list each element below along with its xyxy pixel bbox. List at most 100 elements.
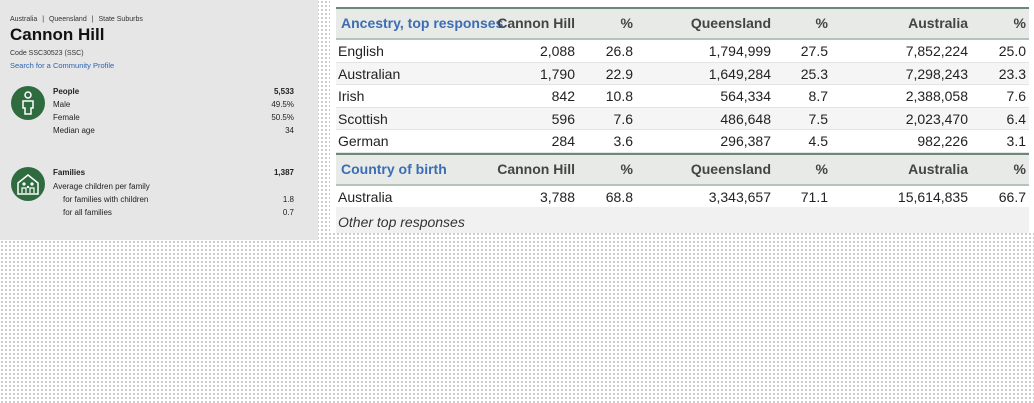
families-label: Families — [53, 168, 86, 177]
avg-children-heading: Average children per family — [53, 182, 294, 191]
cell-cannon-hill-percent: 68.8 — [605, 189, 633, 205]
person-icon — [11, 86, 45, 120]
cell-row-label: Irish — [338, 88, 365, 104]
cell-cannon-hill-percent: 10.8 — [605, 88, 633, 104]
family-house-icon — [11, 167, 45, 201]
cell-queensland-percent: 27.5 — [800, 43, 828, 59]
cell-cannon-hill-count: 842 — [551, 88, 575, 104]
table-row: German 284 3.6 296,387 4.5 982,226 3.1 — [336, 130, 1029, 153]
col-header-australia: Australia — [908, 161, 968, 177]
median-age-value: 34 — [285, 126, 294, 135]
cell-queensland-count: 296,387 — [720, 133, 771, 149]
families-with-children-stat: for families with children 1.8 — [53, 195, 294, 204]
community-profile-panel: Australia | Queensland | State Suburbs C… — [0, 0, 318, 240]
male-stat: Male 49.5% — [53, 100, 294, 109]
cell-queensland-percent: 71.1 — [800, 189, 828, 205]
cell-queensland-count: 564,334 — [720, 88, 771, 104]
cell-cannon-hill-percent: 26.8 — [605, 43, 633, 59]
people-label: People — [53, 87, 80, 96]
col-header-percent: % — [620, 15, 633, 31]
families-with-children-value: 1.8 — [282, 195, 294, 204]
all-families-stat: for all families 0.7 — [53, 208, 294, 217]
cell-australia-percent: 66.7 — [998, 189, 1026, 205]
search-community-profile-link[interactable]: Search for a Community Profile — [10, 61, 114, 70]
col-header-percent: % — [620, 161, 633, 177]
ancestry-header-label: Ancestry, top responses — [341, 15, 504, 31]
cell-australia-count: 7,298,243 — [905, 65, 968, 82]
cell-cannon-hill-percent: 22.9 — [605, 65, 633, 82]
cell-cannon-hill-count: 1,790 — [539, 65, 575, 82]
breadcrumb-queensland[interactable]: Queensland — [49, 16, 87, 23]
tables-panel: Ancestry, top responses Cannon Hill % Qu… — [330, 0, 1034, 233]
cell-australia-count: 2,023,470 — [905, 110, 968, 127]
col-header-percent: % — [1013, 15, 1026, 31]
col-header-percent: % — [815, 15, 828, 31]
cell-row-label: Australia — [338, 189, 393, 205]
area-code: Code SSC30523 (SSC) — [10, 50, 84, 57]
cell-queensland-percent: 25.3 — [800, 65, 828, 82]
birth-table-body: Australia 3,788 68.8 3,343,657 71.1 15,614,83… — [336, 186, 1029, 209]
cell-queensland-count: 1,649,284 — [708, 65, 771, 82]
cell-row-label: Australian — [338, 65, 401, 82]
all-families-label: for all families — [63, 208, 112, 217]
people-value: 5,533 — [273, 87, 294, 96]
birth-table-header: Country of birth Cannon Hill % Queenslan… — [336, 153, 1029, 186]
cell-cannon-hill-percent: 7.6 — [613, 110, 633, 127]
ancestry-table-body: English 2,088 26.8 1,794,999 27.5 7,852,224 25… — [336, 40, 1029, 153]
people-stat: People 5,533 — [53, 87, 294, 96]
cell-australia-percent: 3.1 — [1006, 133, 1026, 149]
male-label: Male — [53, 100, 71, 109]
breadcrumb-separator: | — [91, 16, 94, 23]
families-value: 1,387 — [273, 168, 294, 177]
other-top-responses-label: Other top responses — [338, 214, 465, 230]
female-stat: Female 50.5% — [53, 113, 294, 122]
cell-queensland-count: 3,343,657 — [708, 189, 771, 205]
table-row: English 2,088 26.8 1,794,999 27.5 7,852,224 25… — [336, 40, 1029, 63]
col-header-queensland: Queensland — [690, 15, 771, 31]
cell-australia-count: 7,852,224 — [905, 43, 968, 59]
cell-queensland-count: 1,794,999 — [708, 43, 771, 59]
all-families-value: 0.7 — [282, 208, 294, 217]
female-value: 50.5% — [271, 113, 294, 122]
breadcrumb-state-suburbs[interactable]: State Suburbs — [98, 16, 142, 23]
table-row: Scottish 596 7.6 486,648 7.5 2,023,470 6.4 — [336, 107, 1029, 130]
ancestry-table-header: Ancestry, top responses Cannon Hill % Qu… — [336, 7, 1029, 40]
col-header-cannon-hill: Cannon Hill — [497, 15, 575, 31]
cell-australia-percent: 7.6 — [1006, 88, 1026, 104]
cell-row-label: German — [338, 133, 389, 149]
cell-queensland-percent: 8.7 — [808, 88, 828, 104]
cell-australia-percent: 25.0 — [998, 43, 1026, 59]
cell-australia-percent: 23.3 — [998, 65, 1026, 82]
col-header-percent: % — [815, 161, 828, 177]
cell-queensland-percent: 4.5 — [808, 133, 828, 149]
breadcrumb-australia[interactable]: Australia — [10, 16, 37, 23]
birth-header-label: Country of birth — [341, 161, 447, 177]
col-header-australia: Australia — [908, 15, 968, 31]
cell-cannon-hill-count: 2,088 — [539, 43, 575, 59]
country-of-birth-table: Country of birth Cannon Hill % Queenslan… — [336, 153, 1029, 209]
cell-cannon-hill-count: 596 — [551, 110, 575, 127]
cell-row-label: English — [338, 43, 384, 59]
cell-australia-count: 2,388,058 — [905, 88, 968, 104]
cell-australia-count: 982,226 — [917, 133, 968, 149]
breadcrumb: Australia | Queensland | State Suburbs — [10, 16, 146, 23]
cell-row-label: Scottish — [338, 110, 388, 127]
male-value: 49.5% — [271, 100, 294, 109]
col-header-queensland: Queensland — [690, 161, 771, 177]
female-label: Female — [53, 113, 80, 122]
col-header-cannon-hill: Cannon Hill — [497, 161, 575, 177]
cell-australia-percent: 6.4 — [1006, 110, 1026, 127]
cell-cannon-hill-percent: 3.6 — [613, 133, 633, 149]
cell-queensland-percent: 7.5 — [808, 110, 828, 127]
cell-queensland-count: 486,648 — [720, 110, 771, 127]
breadcrumb-separator: | — [42, 16, 45, 23]
median-age-label: Median age — [53, 126, 95, 135]
families-stat: Families 1,387 — [53, 168, 294, 177]
avg-children-label: Average children per family — [53, 182, 150, 191]
ancestry-table: Ancestry, top responses Cannon Hill % Qu… — [336, 7, 1029, 153]
table-row: Australia 3,788 68.8 3,343,657 71.1 15,614,83… — [336, 186, 1029, 209]
cell-australia-count: 15,614,835 — [897, 189, 968, 205]
page-title: Cannon Hill — [10, 25, 105, 44]
cell-cannon-hill-count: 3,788 — [539, 189, 575, 205]
cell-cannon-hill-count: 284 — [551, 133, 575, 149]
